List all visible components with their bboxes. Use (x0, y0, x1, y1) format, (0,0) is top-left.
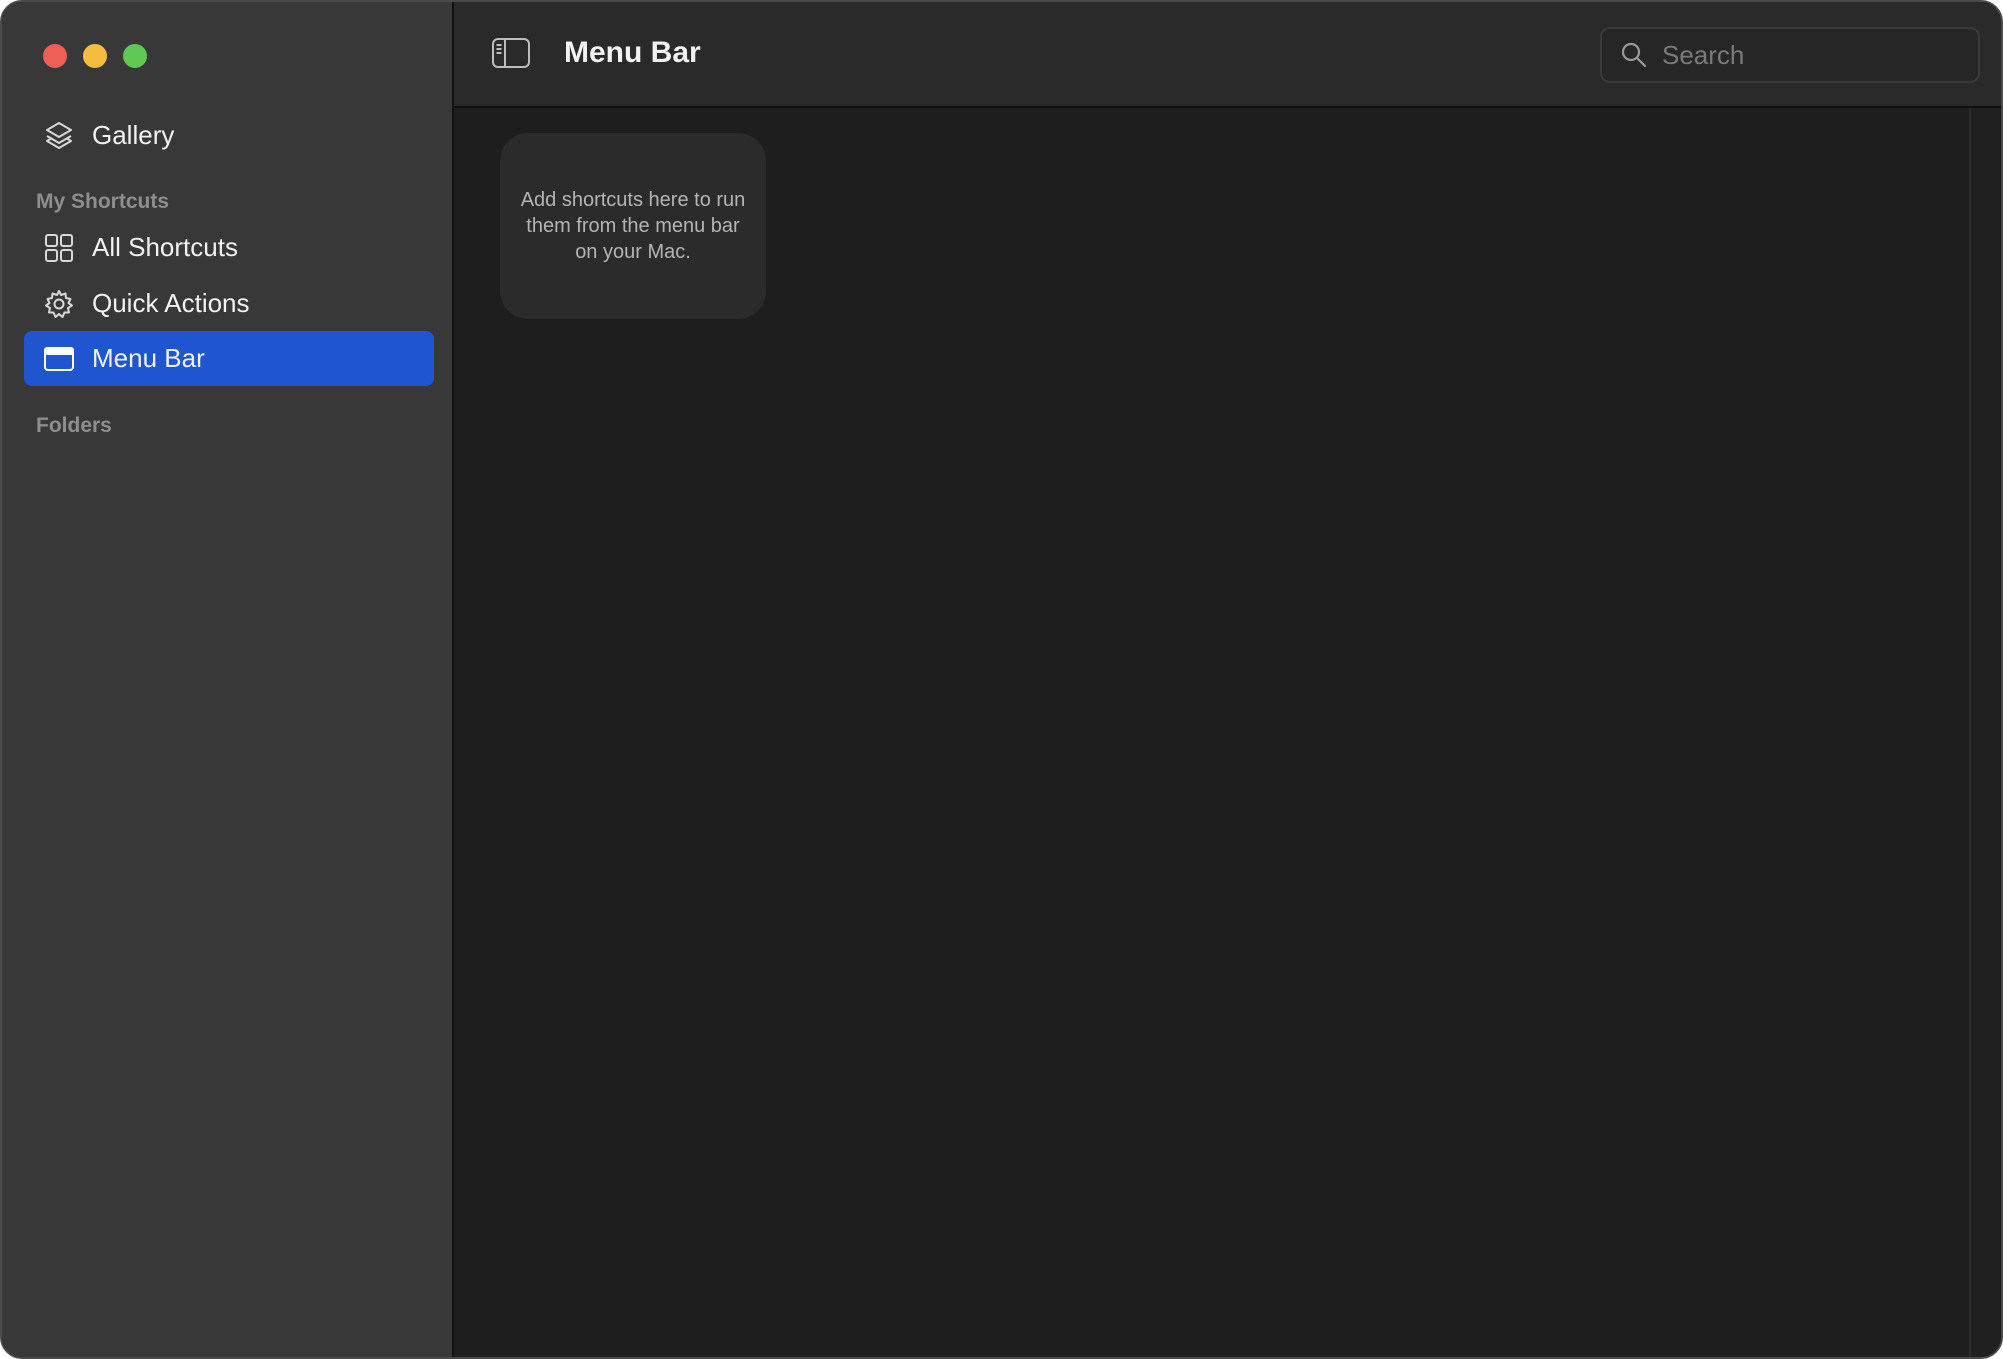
search-input[interactable] (1660, 38, 1964, 72)
page-title: Menu Bar (564, 36, 701, 69)
sidebar-item-menu-bar[interactable]: Menu Bar (24, 331, 434, 386)
sidebar-item-gallery[interactable]: Gallery (24, 108, 434, 163)
close-window-button[interactable] (43, 44, 67, 68)
section-header-my-shortcuts: My Shortcuts (36, 190, 170, 213)
vertical-scrollbar[interactable] (1969, 108, 2001, 1357)
sidebar-item-label: Menu Bar (92, 343, 205, 373)
minimize-window-button[interactable] (83, 44, 107, 68)
sidebar-item-label: Gallery (92, 120, 175, 150)
empty-menu-bar-placeholder: Add shortcuts here to run them from the … (500, 133, 766, 319)
gear-icon (42, 287, 76, 321)
sidebar-toggle-icon[interactable] (491, 37, 531, 71)
shortcuts-content-area: Add shortcuts here to run them from the … (454, 108, 2001, 1357)
sidebar-item-all-shortcuts[interactable]: All Shortcuts (24, 220, 434, 275)
sidebar-item-label: Quick Actions (92, 288, 250, 318)
search-field[interactable] (1600, 27, 1980, 83)
sidebar: Gallery My Shortcuts All Shortcuts Quick… (2, 2, 454, 1357)
menubar-window-icon (42, 342, 76, 376)
zoom-window-button[interactable] (123, 44, 147, 68)
section-header-folders: Folders (36, 414, 112, 437)
search-icon (1620, 41, 1648, 69)
layers-icon (42, 119, 76, 153)
sidebar-item-quick-actions[interactable]: Quick Actions (24, 276, 434, 331)
sidebar-item-label: All Shortcuts (92, 232, 238, 262)
toolbar: Menu Bar (454, 2, 2001, 108)
grid-icon (42, 231, 76, 265)
empty-state-message: Add shortcuts here to run them from the … (520, 189, 746, 263)
shortcuts-window: Gallery My Shortcuts All Shortcuts Quick… (0, 0, 2003, 1359)
